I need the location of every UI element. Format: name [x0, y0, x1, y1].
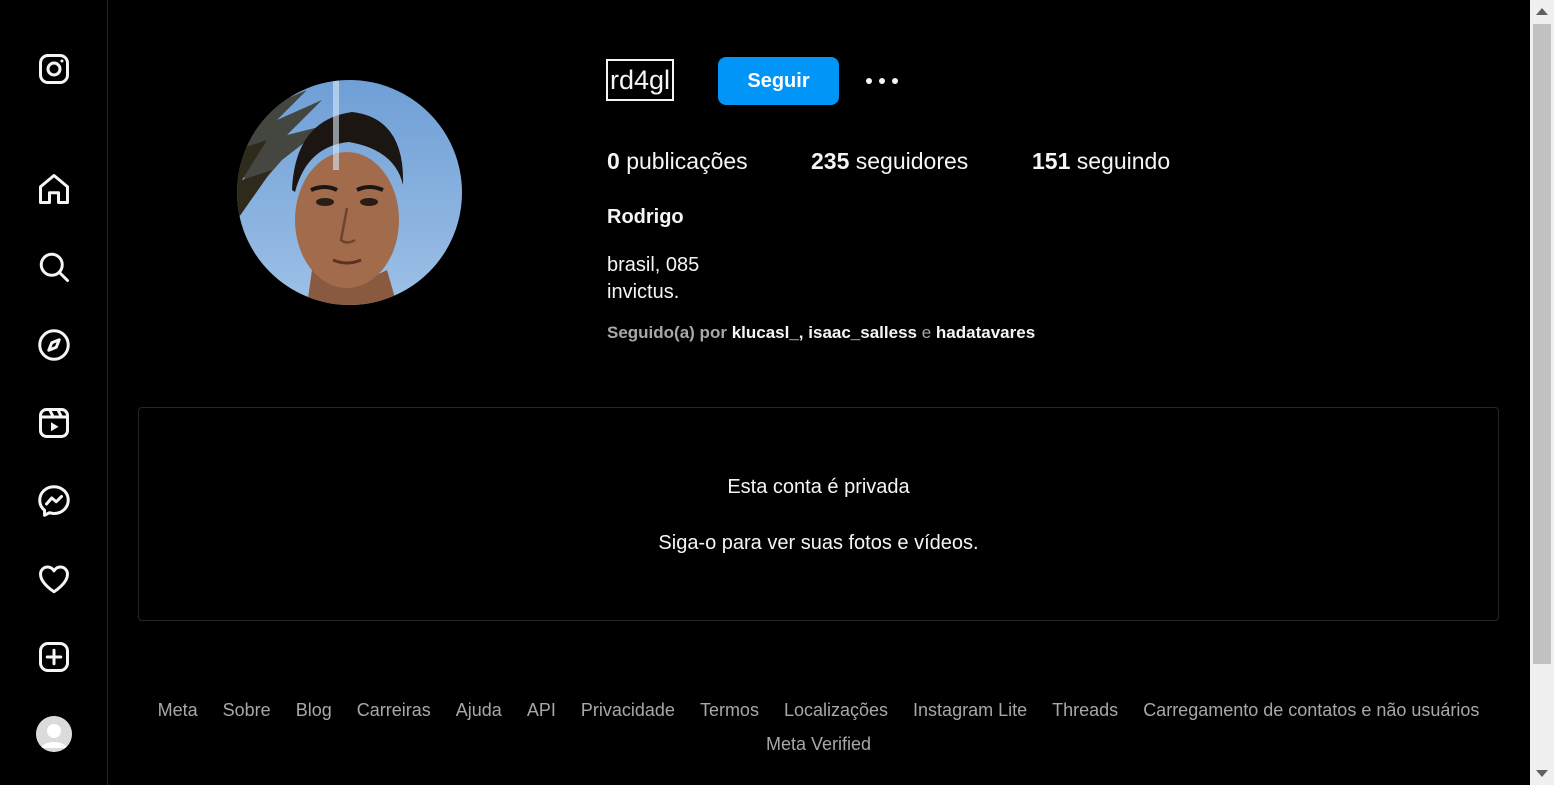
footer-link-meta-verified[interactable]: Meta Verified — [766, 734, 871, 754]
reels-icon[interactable] — [34, 403, 74, 443]
private-subtitle: Siga-o para ver suas fotos e vídeos. — [658, 532, 979, 554]
profile-avatar[interactable] — [36, 716, 72, 752]
followed-by-prefix: Seguido(a) por — [607, 323, 727, 342]
private-title: Esta conta é privada — [727, 476, 910, 498]
footer-link[interactable]: Carreiras — [357, 700, 431, 720]
bio-line: invictus. — [607, 281, 680, 303]
posts-count: 0 — [607, 148, 620, 174]
posts-stat: 0 publicações — [607, 148, 748, 175]
following-count: 151 — [1032, 148, 1071, 174]
footer-link[interactable]: Ajuda — [456, 700, 502, 720]
footer-row-2: Meta Verified — [138, 734, 1499, 755]
vertical-scrollbar[interactable] — [1530, 0, 1554, 785]
followers-label: seguidores — [855, 148, 969, 174]
profile-picture[interactable] — [237, 80, 462, 305]
footer-link[interactable]: Carregamento de contatos e não usuários — [1143, 700, 1479, 720]
create-icon[interactable] — [34, 637, 74, 677]
followed-by-and: e — [921, 323, 932, 342]
instagram-logo-icon[interactable] — [34, 49, 74, 89]
bio: brasil, 085 invictus. — [607, 252, 699, 306]
home-icon[interactable] — [34, 169, 74, 209]
bio-line: brasil, 085 — [607, 254, 700, 276]
followed-by: Seguido(a) por klucasl_, isaac_salless e… — [607, 323, 1035, 343]
footer-link[interactable]: Privacidade — [581, 700, 675, 720]
following-label: seguindo — [1076, 148, 1171, 174]
heart-icon[interactable] — [34, 559, 74, 599]
messenger-icon[interactable] — [34, 481, 74, 521]
footer-links: Meta Sobre Blog Carreiras Ajuda API Priv… — [138, 700, 1499, 721]
followers-count: 235 — [811, 148, 850, 174]
footer-link[interactable]: Blog — [296, 700, 332, 720]
follow-button[interactable]: Seguir — [718, 57, 839, 105]
full-name: Rodrigo — [607, 206, 684, 228]
followers-stat[interactable]: 235 seguidores — [811, 148, 968, 175]
footer-link[interactable]: API — [527, 700, 556, 720]
footer-link[interactable]: Sobre — [223, 700, 271, 720]
scroll-up-arrow-icon[interactable] — [1536, 8, 1548, 15]
footer-link[interactable]: Localizações — [784, 700, 888, 720]
followed-by-sep: , — [798, 323, 804, 342]
footer-link[interactable]: Termos — [700, 700, 759, 720]
scroll-down-arrow-icon[interactable] — [1536, 770, 1548, 777]
scroll-thumb[interactable] — [1533, 24, 1551, 664]
username: rd4gl — [606, 59, 675, 101]
followed-by-user[interactable]: hadatavares — [936, 323, 1035, 342]
followed-by-user[interactable]: isaac_salless — [808, 323, 917, 342]
footer-link[interactable]: Instagram Lite — [913, 700, 1027, 720]
posts-label: publicações — [626, 148, 748, 174]
search-icon[interactable] — [34, 247, 74, 287]
footer-link[interactable]: Meta — [158, 700, 198, 720]
more-options-icon[interactable] — [862, 66, 902, 96]
footer-link[interactable]: Threads — [1052, 700, 1118, 720]
explore-icon[interactable] — [34, 325, 74, 365]
followed-by-user[interactable]: klucasl_ — [732, 323, 799, 342]
sidebar — [0, 0, 108, 785]
following-stat[interactable]: 151 seguindo — [1032, 148, 1170, 175]
private-account-panel: Esta conta é privada Siga-o para ver sua… — [138, 407, 1499, 621]
